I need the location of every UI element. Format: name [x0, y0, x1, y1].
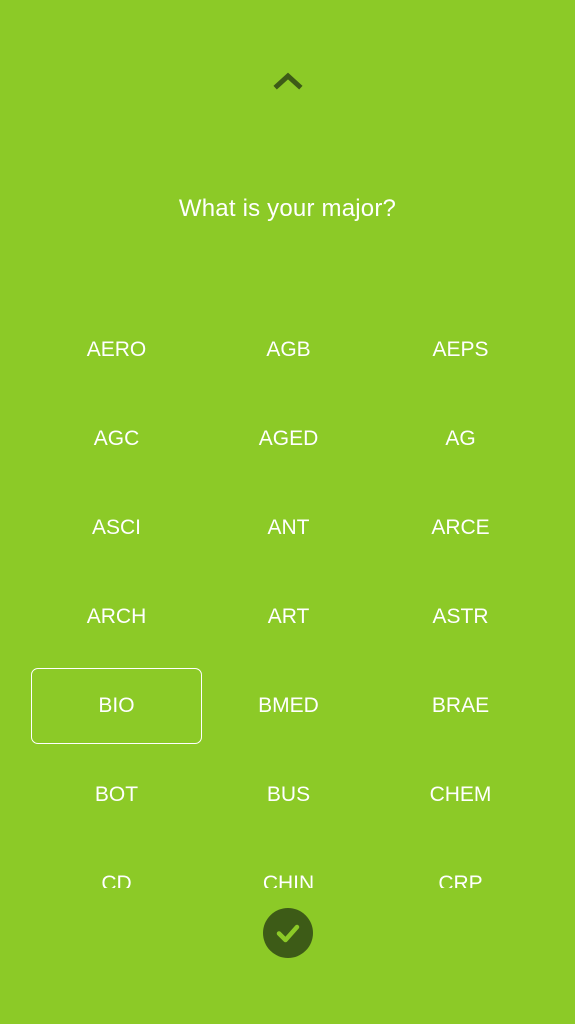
major-option[interactable]: CD: [31, 846, 202, 888]
major-option[interactable]: BRAE: [375, 668, 546, 744]
major-option[interactable]: ASTR: [375, 579, 546, 655]
checkmark-icon: [276, 924, 300, 943]
majors-row: AGC AGED AG: [31, 401, 547, 478]
major-option-selected[interactable]: BIO: [31, 668, 202, 744]
majors-row: BIO BMED BRAE: [31, 668, 547, 745]
major-option[interactable]: AGB: [203, 312, 374, 388]
major-option[interactable]: AGED: [203, 401, 374, 477]
majors-row: AERO AGB AEPS: [31, 312, 547, 389]
major-option[interactable]: BUS: [203, 757, 374, 833]
confirm-button[interactable]: [263, 908, 313, 958]
chevron-up-icon: [273, 72, 303, 90]
major-option[interactable]: AEPS: [375, 312, 546, 388]
question-title: What is your major?: [178, 195, 397, 222]
major-option[interactable]: CHIN: [203, 846, 374, 888]
majors-row: ARCH ART ASTR: [31, 579, 547, 656]
majors-row: BOT BUS CHEM: [31, 757, 547, 834]
major-option[interactable]: BOT: [31, 757, 202, 833]
major-option[interactable]: AERO: [31, 312, 202, 388]
collapse-button[interactable]: [272, 68, 304, 92]
majors-row: CD CHIN CRP: [31, 846, 547, 888]
majors-list[interactable]: AERO AGB AEPS AGC AGED AG ASCI ANT ARCE …: [0, 300, 575, 888]
major-option[interactable]: ART: [203, 579, 374, 655]
major-option[interactable]: CRP: [375, 846, 546, 888]
major-option[interactable]: CHEM: [375, 757, 546, 833]
major-option[interactable]: AG: [375, 401, 546, 477]
major-option[interactable]: ANT: [203, 490, 374, 566]
majors-row: ASCI ANT ARCE: [31, 490, 547, 567]
major-option[interactable]: AGC: [31, 401, 202, 477]
major-option[interactable]: ARCE: [375, 490, 546, 566]
major-option[interactable]: ASCI: [31, 490, 202, 566]
majors-grid: AERO AGB AEPS AGC AGED AG ASCI ANT ARCE …: [31, 312, 547, 888]
major-option[interactable]: BMED: [203, 668, 374, 744]
major-option[interactable]: ARCH: [31, 579, 202, 655]
